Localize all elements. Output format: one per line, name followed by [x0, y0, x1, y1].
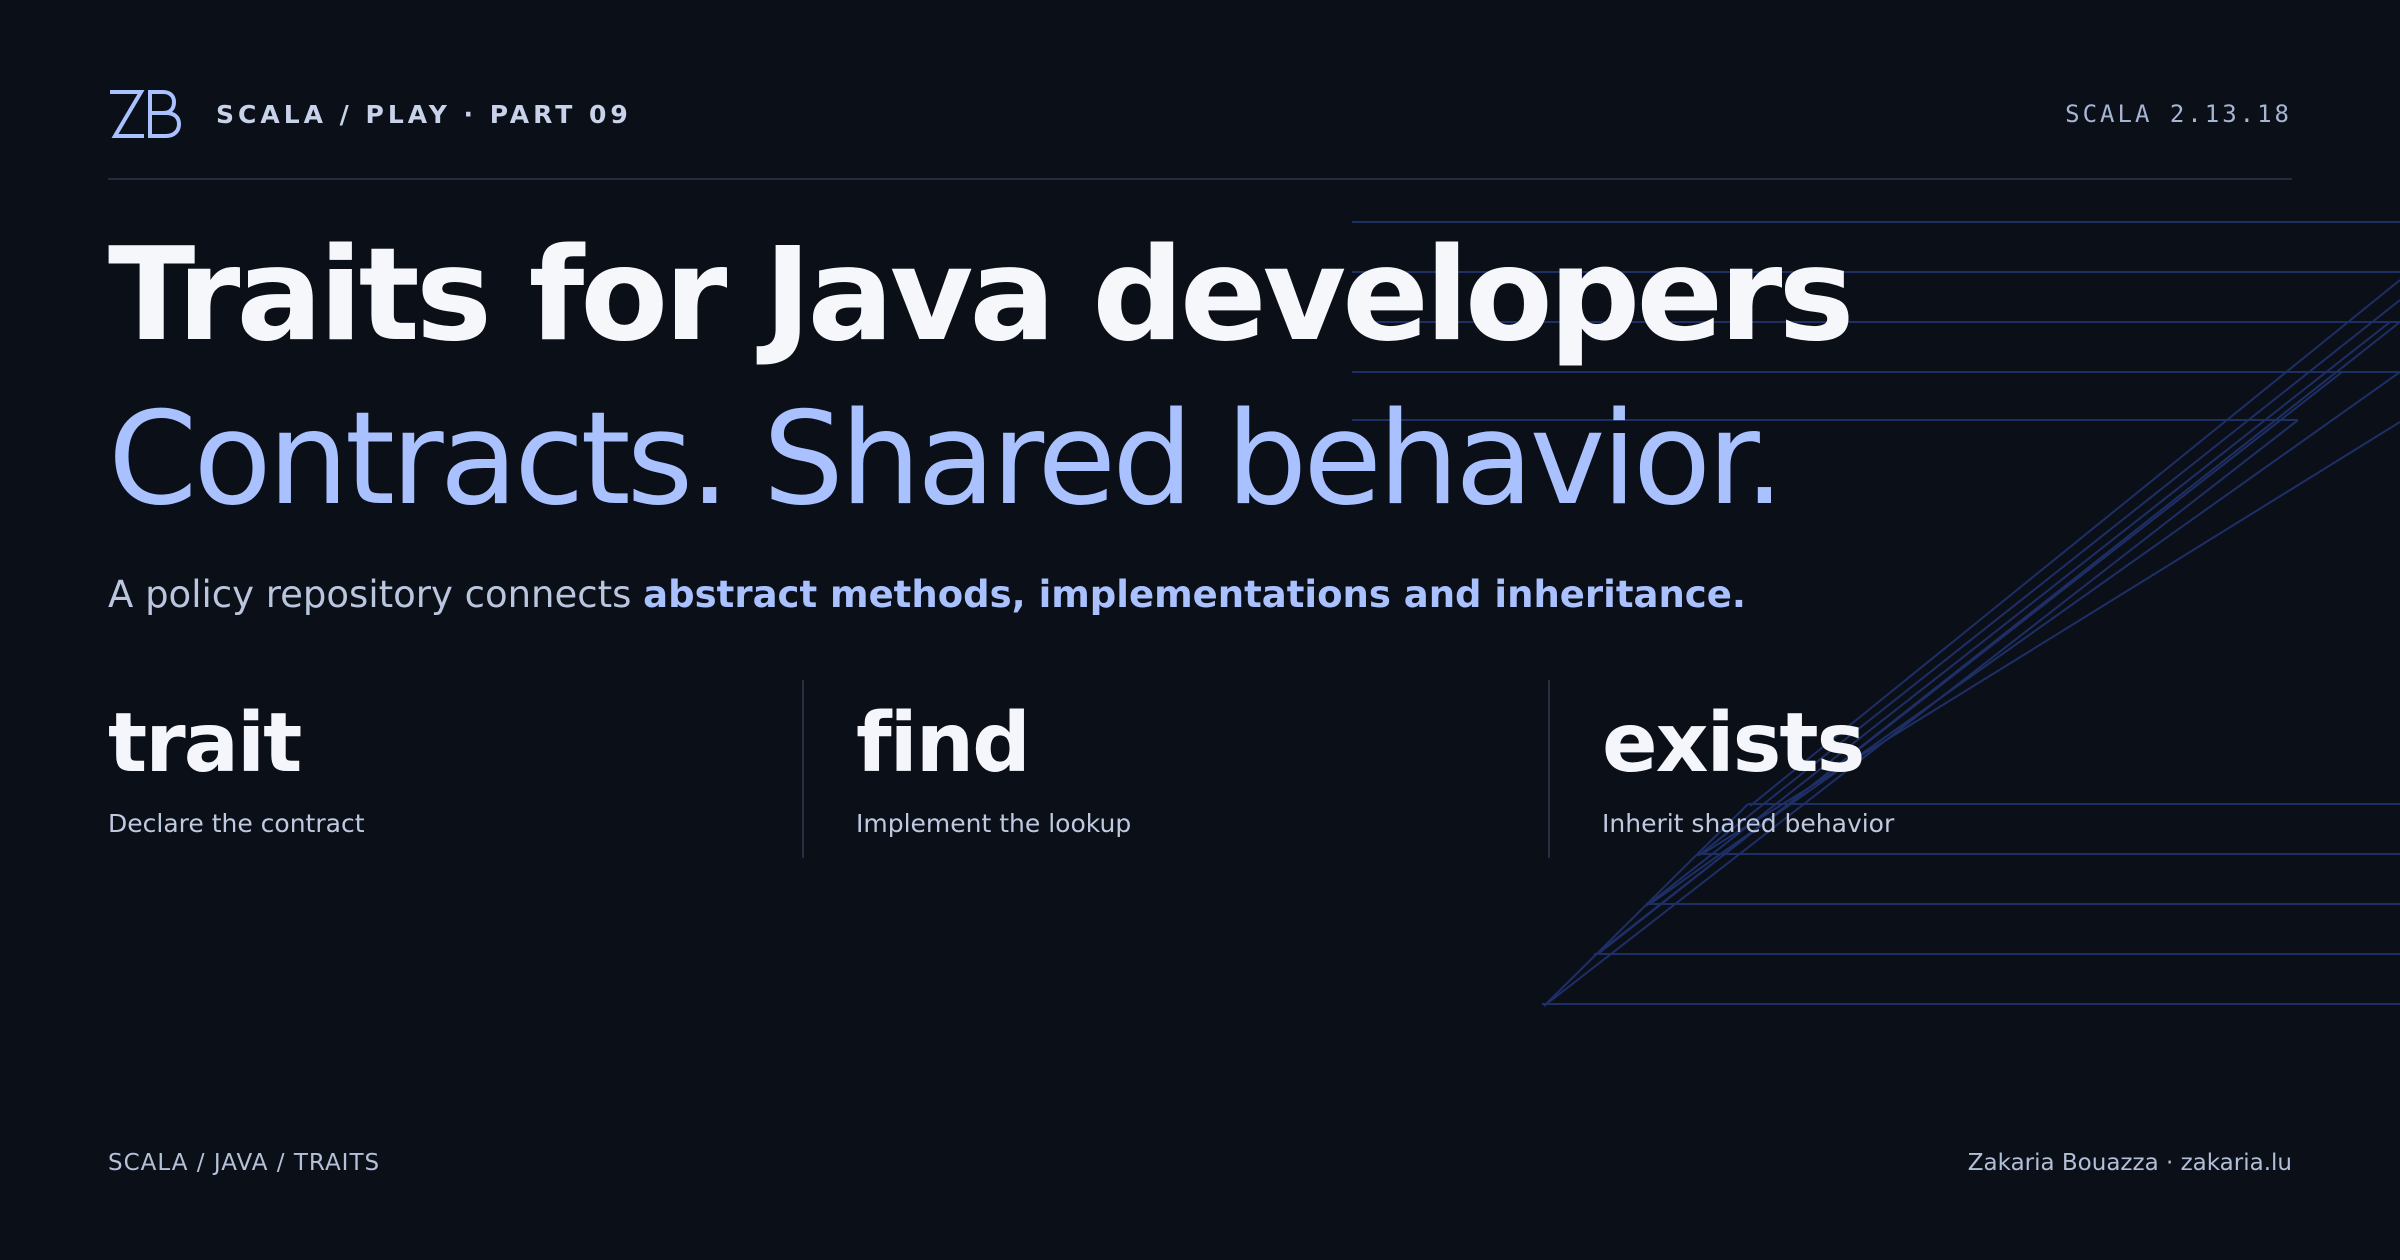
slide-header: SCALA / PLAY · PART 09 SCALA 2.13.18: [108, 84, 2292, 144]
lede-text: A policy repository connects abstract me…: [108, 570, 1746, 620]
zb-logo-icon: [110, 90, 182, 138]
lede-prefix: A policy repository connects: [108, 573, 644, 616]
feature-trait: trait Declare the contract: [108, 680, 788, 858]
hero-slide: SCALA / PLAY · PART 09 SCALA 2.13.18 Tra…: [0, 0, 2400, 1260]
z-line-graphic: [1352, 221, 2400, 1007]
feature-description: Declare the contract: [108, 809, 365, 838]
lede-highlight: abstract methods, implementations and in…: [643, 573, 1746, 616]
feature-term: find: [856, 696, 1031, 791]
feature-content: exists Inherit shared behavior: [1602, 680, 1894, 840]
feature-term: trait: [108, 696, 302, 791]
brand-group: SCALA / PLAY · PART 09: [108, 85, 632, 143]
feature-term: exists: [1602, 696, 1865, 791]
feature-description: Inherit shared behavior: [1602, 809, 1895, 838]
feature-list: trait Declare the contract find Implemen…: [108, 680, 1908, 858]
feature-find: find Implement the lookup: [802, 680, 1482, 858]
breadcrumb: SCALA / PLAY · PART 09: [216, 99, 632, 129]
feature-content: find Implement the lookup: [856, 680, 1131, 840]
header-divider: [108, 178, 2292, 180]
footer-tags: SCALA / JAVA / TRAITS: [108, 1150, 381, 1176]
feature-exists: exists Inherit shared behavior: [1548, 680, 2228, 858]
page-title: Traits for Java developers: [108, 221, 1854, 370]
footer-credit: Zakaria Bouazza · zakaria.lu: [1967, 1150, 2292, 1176]
page-subtitle: Contracts. Shared behavior.: [108, 385, 1785, 534]
feature-description: Implement the lookup: [856, 809, 1132, 838]
feature-content: trait Declare the contract: [108, 680, 365, 840]
version-label: SCALA 2.13.18: [2065, 100, 2292, 128]
